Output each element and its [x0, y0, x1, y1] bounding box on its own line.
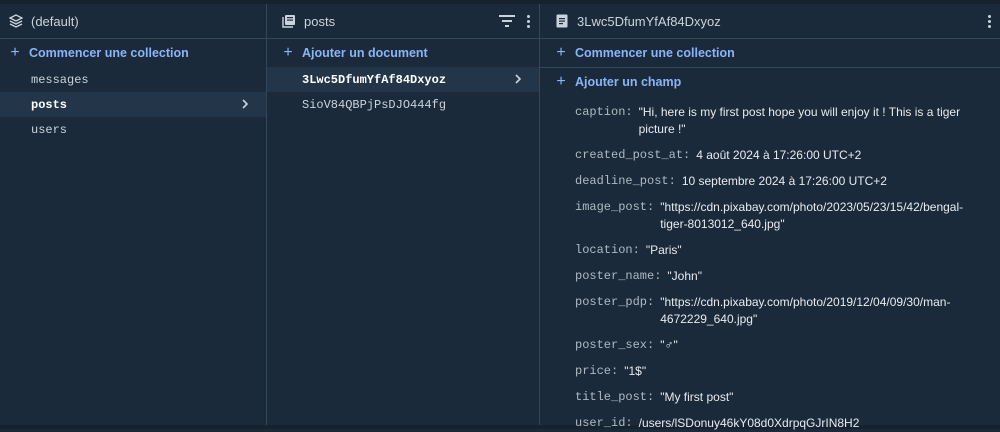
- field-row[interactable]: poster_name: "John": [575, 268, 1000, 285]
- add-field-label: Ajouter un champ: [575, 75, 682, 89]
- more-vert-icon[interactable]: [525, 14, 531, 28]
- plus-icon: +: [10, 44, 20, 61]
- documents-panel-title: posts: [304, 13, 336, 29]
- collection-item-messages[interactable]: messages: [0, 67, 266, 92]
- start-subcollection-label: Commencer une collection: [575, 46, 735, 60]
- field-value: /users/lSDonuy46kY08d0XdrpqGJrIN8H2: [638, 416, 860, 430]
- field-value: 4 août 2024 à 17:26:00 UTC+2: [696, 148, 862, 162]
- field-value: "My first post": [660, 390, 734, 404]
- field-row[interactable]: deadline_post: 10 septembre 2024 à 17:26:…: [575, 173, 1000, 190]
- document-label: SioV84QBPjPsDJO444fg: [302, 97, 447, 112]
- chevron-right-icon: [513, 74, 523, 84]
- more-vert-icon[interactable]: [986, 14, 992, 28]
- field-row[interactable]: caption: "Hi, here is my first post hope …: [575, 104, 1000, 138]
- field-key: location:: [575, 243, 640, 257]
- field-value: "1$": [624, 364, 647, 378]
- document-item-selected[interactable]: 3Lwc5DfumYfAf84Dxyoz: [267, 67, 539, 92]
- field-row[interactable]: poster_pdp: "https://cdn.pixabay.com/phot…: [575, 294, 1000, 328]
- document-panel-title: 3Lwc5DfumYfAf84Dxyoz: [577, 13, 721, 29]
- root-collections-panel: (default) + Commencer une collection mes…: [0, 4, 266, 425]
- add-field-button[interactable]: + Ajouter un champ: [540, 68, 1000, 96]
- field-key: created_post_at:: [575, 148, 691, 162]
- root-panel-title: (default): [31, 13, 79, 29]
- field-key: poster_pdp:: [575, 295, 655, 309]
- field-key: poster_name:: [575, 269, 662, 283]
- field-row[interactable]: created_post_at: 4 août 2024 à 17:26:00 U…: [575, 147, 1000, 164]
- document-icon: [555, 14, 569, 28]
- documents-panel-header: posts: [267, 4, 539, 39]
- field-value: 10 septembre 2024 à 17:26:00 UTC+2: [681, 174, 887, 188]
- documents-panel: posts + Ajouter un document 3Lwc5DfumYfA…: [267, 4, 539, 425]
- add-document-button[interactable]: + Ajouter un document: [267, 39, 539, 67]
- collection-icon: [282, 14, 296, 28]
- field-key: user_id:: [575, 416, 633, 430]
- root-panel-header: (default): [0, 4, 266, 39]
- plus-icon: +: [283, 44, 293, 61]
- field-key: image_post:: [575, 200, 655, 214]
- collection-item-users[interactable]: users: [0, 117, 266, 142]
- field-row[interactable]: image_post: "https://cdn.pixabay.com/phot…: [575, 199, 1000, 233]
- collection-label: posts: [31, 97, 68, 112]
- chevron-right-icon: [240, 99, 250, 109]
- field-value: "♂": [660, 338, 678, 352]
- document-panel-header: 3Lwc5DfumYfAf84Dxyoz: [540, 4, 1000, 39]
- field-row[interactable]: user_id: /users/lSDonuy46kY08d0XdrpqGJrIN…: [575, 415, 1000, 432]
- start-collection-label: Commencer une collection: [29, 46, 189, 60]
- field-row[interactable]: price: "1$": [575, 363, 1000, 380]
- field-row[interactable]: title_post: "My first post": [575, 389, 1000, 406]
- field-key: title_post:: [575, 390, 655, 404]
- field-key: price:: [575, 364, 619, 378]
- field-row[interactable]: poster_sex: "♂": [575, 337, 1000, 354]
- field-key: poster_sex:: [575, 338, 655, 352]
- field-value: "https://cdn.pixabay.com/photo/2019/12/0…: [660, 295, 951, 326]
- filter-icon[interactable]: [499, 15, 515, 27]
- field-value: "John": [667, 269, 702, 283]
- add-document-label: Ajouter un document: [302, 46, 428, 60]
- plus-icon: +: [556, 73, 566, 90]
- document-item[interactable]: SioV84QBPjPsDJO444fg: [267, 92, 539, 117]
- field-key: caption:: [575, 105, 633, 119]
- document-panel: 3Lwc5DfumYfAf84Dxyoz + Commencer une col…: [540, 4, 1000, 430]
- field-row[interactable]: location: "Paris": [575, 242, 1000, 259]
- database-icon: [9, 14, 23, 28]
- start-subcollection-button[interactable]: + Commencer une collection: [540, 39, 1000, 68]
- collection-item-posts[interactable]: posts: [0, 92, 266, 117]
- start-collection-button[interactable]: + Commencer une collection: [0, 39, 266, 67]
- field-value: "https://cdn.pixabay.com/photo/2023/05/2…: [660, 200, 964, 231]
- field-value: "Hi, here is my first post hope you will…: [638, 105, 961, 136]
- document-label: 3Lwc5DfumYfAf84Dxyoz: [302, 72, 447, 87]
- collection-label: messages: [31, 72, 89, 87]
- plus-icon: +: [556, 44, 566, 61]
- field-key: deadline_post:: [575, 174, 676, 188]
- document-fields: caption: "Hi, here is my first post hope …: [540, 102, 1000, 432]
- collection-label: users: [31, 122, 68, 137]
- field-value: "Paris": [645, 243, 682, 257]
